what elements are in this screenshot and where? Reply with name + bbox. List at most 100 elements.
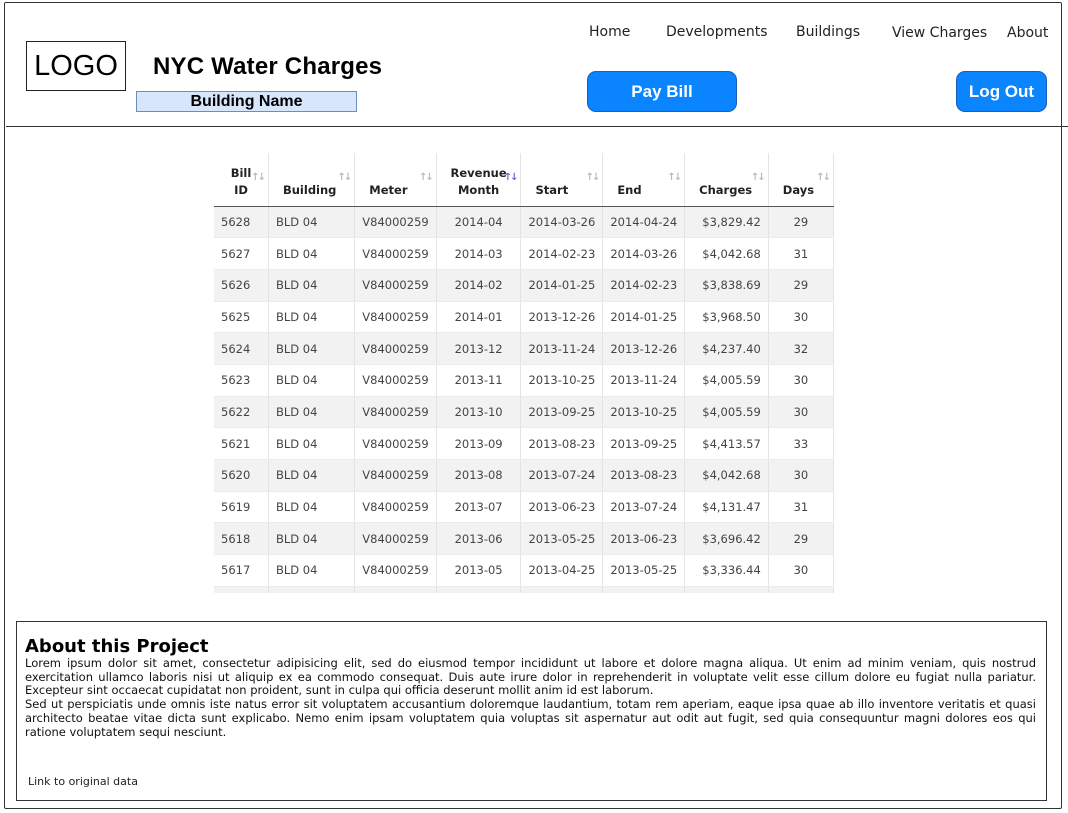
table-cell: V84000259	[354, 459, 437, 492]
original-data-link[interactable]: Link to original data	[28, 775, 138, 788]
about-text: Lorem ipsum dolor sit amet, consectetur …	[25, 656, 1036, 739]
table-cell: 2013-07	[436, 491, 522, 524]
building-name-label: Building Name	[136, 91, 357, 112]
column-header-label: Building	[282, 182, 337, 197]
sort-icon[interactable]: ↑↓	[586, 172, 601, 183]
table-cell: 2013-12-26	[520, 301, 604, 334]
table-cell: 2013-06-23	[602, 522, 686, 556]
column-header[interactable]: Building ↑↓	[268, 153, 356, 207]
nav-view-charges[interactable]: View Charges	[892, 25, 987, 41]
log-out-button[interactable]: Log Out	[956, 71, 1047, 112]
table-row[interactable]: 5619 BLD 04 V84000259 2013-07 2013-06-23 2013…	[214, 491, 834, 524]
table-cell: 2014-04-24	[602, 206, 686, 239]
table-cell: V84000259	[354, 237, 437, 270]
table-cell: 2014-01-25	[602, 301, 686, 334]
sort-icon[interactable]: ↑↓	[667, 172, 682, 183]
table-cell: 5617	[214, 554, 269, 587]
table-row[interactable]: 5617 BLD 04 V84000259 2013-05 2013-04-25 2013…	[214, 554, 834, 587]
table-row[interactable]: 5628 BLD 04 V84000259 2014-04 2014-03-26 2014…	[214, 206, 834, 239]
column-header[interactable]: Revenue Month ↑↓	[436, 153, 522, 207]
table-row[interactable]: 5625 BLD 04 V84000259 2014-01 2013-12-26 2014…	[214, 301, 834, 334]
table-cell	[520, 586, 604, 593]
table-cell: BLD 04	[268, 301, 356, 334]
table-row[interactable]: 5620 BLD 04 V84000259 2013-08 2013-07-24 2013…	[214, 459, 834, 492]
table-cell: 29	[768, 269, 834, 302]
table-cell: 2013-11-24	[520, 332, 604, 365]
table-cell: BLD 04	[268, 491, 356, 524]
table-cell: BLD 04	[268, 269, 356, 302]
column-header[interactable]: Meter ↑↓	[354, 153, 437, 207]
table-cell: 2013-10-25	[602, 396, 686, 429]
table-row[interactable]: 5623 BLD 04 V84000259 2013-11 2013-10-25 2013…	[214, 364, 834, 397]
table-cell: V84000259	[354, 206, 437, 239]
nav-home[interactable]: Home	[589, 24, 630, 40]
table-cell: 5622	[214, 396, 269, 429]
column-header[interactable]: Charges ↑↓	[684, 153, 769, 207]
sort-icon[interactable]: ↑↓	[816, 172, 831, 183]
nav-buildings[interactable]: Buildings	[796, 24, 860, 40]
table-cell: 5618	[214, 522, 269, 556]
table-cell: 2013-09-25	[520, 396, 604, 429]
table-cell: 5625	[214, 301, 269, 334]
table-cell: $3,829.42	[684, 206, 769, 239]
table-cell	[768, 586, 834, 593]
column-header[interactable]: End ↑↓	[602, 153, 686, 207]
table-row[interactable]: 5624 BLD 04 V84000259 2013-12 2013-11-24 2013…	[214, 332, 834, 365]
table-cell: $4,005.59	[684, 396, 769, 429]
table-cell: $4,413.57	[684, 427, 769, 460]
table-cell: 2013-08-23	[520, 427, 604, 460]
table-cell: V84000259	[354, 364, 437, 397]
table-cell: 30	[768, 364, 834, 397]
nav-developments[interactable]: Developments	[666, 24, 768, 40]
sort-descending-icon[interactable]: ↑↓	[504, 172, 519, 183]
table-cell: 30	[768, 554, 834, 587]
table-cell: 2013-05-25	[602, 554, 686, 587]
table-cell: BLD 04	[268, 459, 356, 492]
table-cell: 2014-02	[436, 269, 522, 302]
table-cell: 5626	[214, 269, 269, 302]
pay-bill-button[interactable]: Pay Bill	[587, 71, 737, 112]
table-cell: 2013-07-24	[520, 459, 604, 492]
table-cell: 2013-10-25	[520, 364, 604, 397]
table-cell: 5620	[214, 459, 269, 492]
table-row[interactable]: 5618 BLD 04 V84000259 2013-06 2013-05-25 2013…	[214, 522, 834, 556]
sort-icon[interactable]: ↑↓	[338, 172, 353, 183]
table-cell: 2013-06-23	[520, 491, 604, 524]
table-cell: 33	[768, 427, 834, 460]
table-cell: 2013-09-25	[602, 427, 686, 460]
table-cell: 2013-05	[436, 554, 522, 587]
sort-icon[interactable]: ↑↓	[751, 172, 766, 183]
table-row[interactable]: 5621 BLD 04 V84000259 2013-09 2013-08-23 2013…	[214, 427, 834, 460]
table-cell: BLD 04	[268, 364, 356, 397]
charges-grid-viewport[interactable]: Bill ID ↑↓ Building ↑↓ Meter ↑↓ Revenue Month ↑↓ S…	[214, 153, 834, 593]
charges-table: Bill ID ↑↓ Building ↑↓ Meter ↑↓ Revenue Month ↑↓ S…	[214, 153, 834, 593]
table-header-row: Bill ID ↑↓ Building ↑↓ Meter ↑↓ Revenue Month ↑↓ S…	[214, 153, 834, 207]
table-body: 5628 BLD 04 V84000259 2014-04 2014-03-26 2014…	[214, 206, 834, 593]
table-cell: $3,838.69	[684, 269, 769, 302]
table-cell: V84000259	[354, 301, 437, 334]
table-row[interactable]: 5622 BLD 04 V84000259 2013-10 2013-09-25 2013…	[214, 396, 834, 429]
column-header[interactable]: Start ↑↓	[520, 153, 604, 207]
table-cell: 5628	[214, 206, 269, 239]
column-header-label: Month	[457, 182, 500, 197]
table-cell: 31	[768, 491, 834, 524]
table-row[interactable]: 5627 BLD 04 V84000259 2014-03 2014-02-23 2014…	[214, 237, 834, 270]
table-row[interactable]	[214, 586, 834, 593]
about-title: About this Project	[25, 636, 209, 657]
column-header-label: Days	[782, 182, 815, 197]
sort-icon[interactable]: ↑↓	[251, 172, 266, 183]
column-header[interactable]: Days ↑↓	[768, 153, 834, 207]
table-cell: 5624	[214, 332, 269, 365]
sort-icon[interactable]: ↑↓	[419, 172, 434, 183]
table-row[interactable]: 5626 BLD 04 V84000259 2014-02 2014-01-25 2014…	[214, 269, 834, 302]
table-cell: 2013-07-24	[602, 491, 686, 524]
table-cell: 2013-09	[436, 427, 522, 460]
table-cell: BLD 04	[268, 332, 356, 365]
table-cell: 2013-12	[436, 332, 522, 365]
table-cell: 2013-08-23	[602, 459, 686, 492]
table-cell: 2014-01-25	[520, 269, 604, 302]
nav-about[interactable]: About	[1007, 25, 1048, 41]
table-cell: 2013-04-25	[520, 554, 604, 587]
column-header[interactable]: Bill ID ↑↓	[214, 153, 269, 207]
table-cell: BLD 04	[268, 206, 356, 239]
